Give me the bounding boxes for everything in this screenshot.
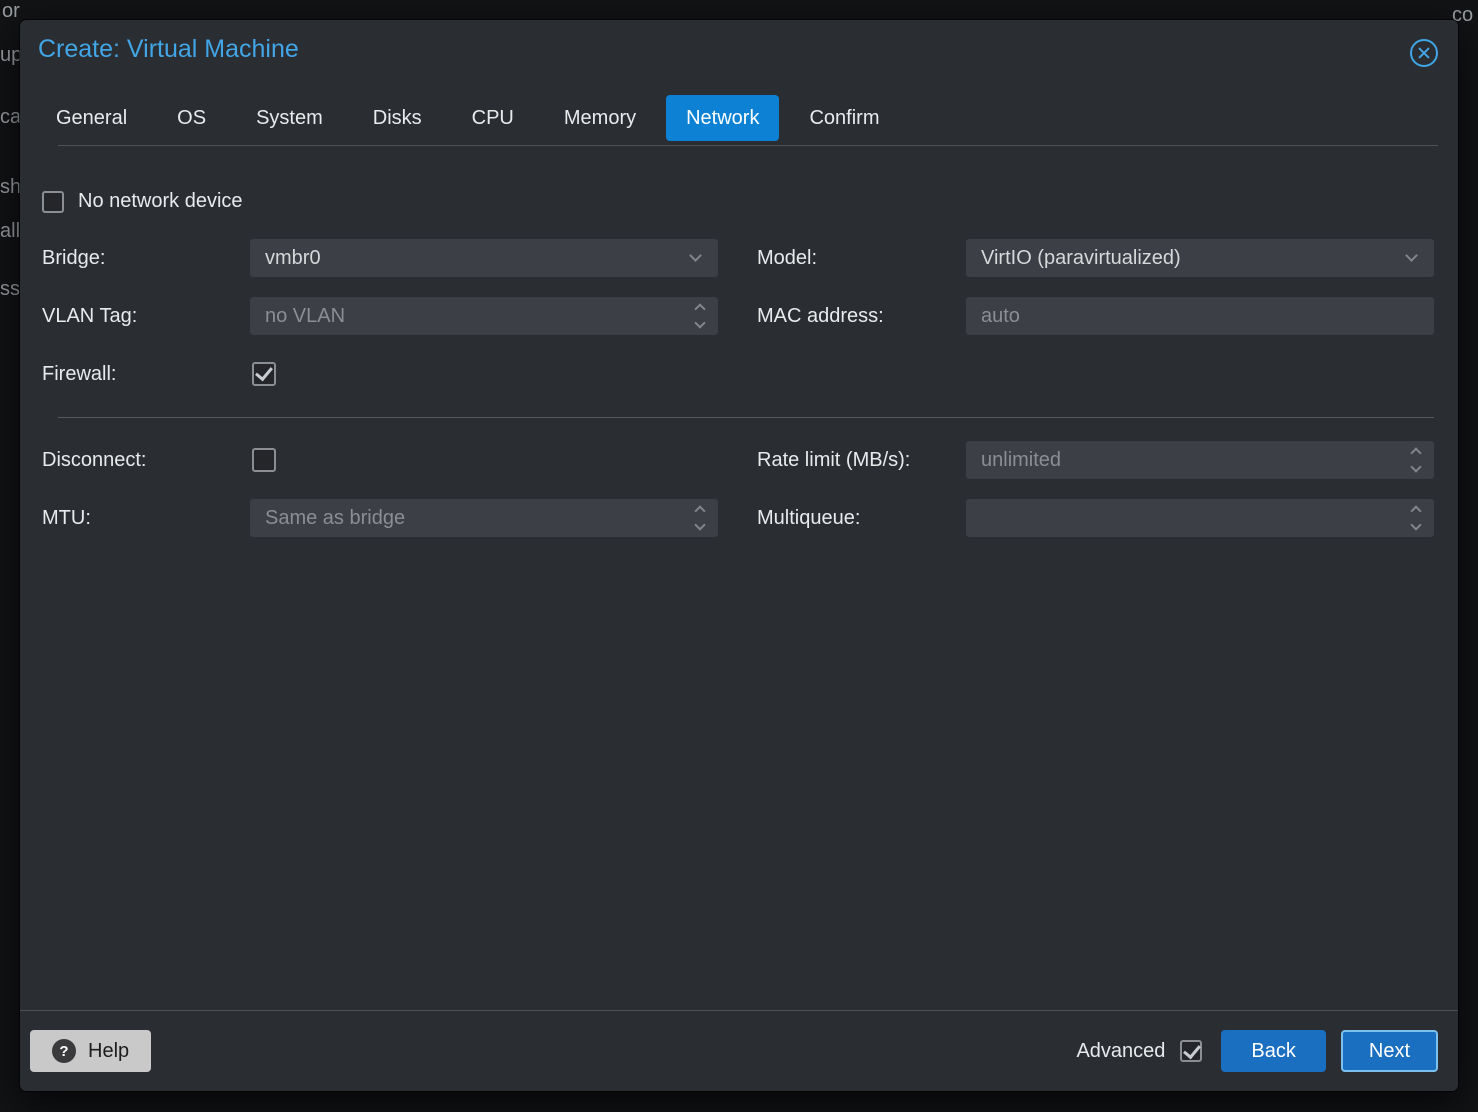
bridge-combobox[interactable]: vmbr0 bbox=[250, 239, 718, 277]
backdrop-fragment: all bbox=[0, 220, 20, 243]
model-value: VirtIO (paravirtualized) bbox=[966, 239, 1434, 277]
advanced-checkbox[interactable] bbox=[1180, 1040, 1202, 1062]
vlan-tag-label: VLAN Tag: bbox=[42, 305, 250, 328]
no-network-device-checkbox[interactable] bbox=[42, 191, 64, 213]
tab-bar: General OS System Disks CPU Memory Netwo… bbox=[20, 95, 1458, 141]
footer-actions: Advanced Back Next bbox=[1076, 1030, 1438, 1072]
help-button-label: Help bbox=[88, 1040, 129, 1063]
tab-system[interactable]: System bbox=[236, 95, 343, 141]
multiqueue-input[interactable] bbox=[966, 499, 1434, 537]
advanced-section-divider bbox=[58, 417, 1434, 418]
bridge-value: vmbr0 bbox=[250, 239, 718, 277]
firewall-checkbox[interactable] bbox=[252, 362, 276, 386]
network-form: No network device Bridge: vmbr0 Model: V… bbox=[20, 190, 1458, 537]
mac-address-input[interactable] bbox=[966, 297, 1434, 335]
mac-address-field[interactable] bbox=[966, 297, 1434, 335]
rate-limit-spinner[interactable] bbox=[966, 441, 1434, 479]
question-circle-icon: ? bbox=[52, 1039, 76, 1063]
disconnect-checkbox[interactable] bbox=[252, 448, 276, 472]
disconnect-label: Disconnect: bbox=[42, 449, 250, 472]
no-network-device-row: No network device bbox=[42, 190, 1434, 213]
backdrop-fragment: or bbox=[2, 0, 20, 23]
dialog-titlebar: Create: Virtual Machine bbox=[20, 20, 1458, 67]
spinner-arrows-icon[interactable] bbox=[1412, 449, 1420, 471]
backdrop-fragment: ss bbox=[0, 278, 20, 301]
form-grid-advanced: Disconnect: Rate limit (MB/s): MTU: bbox=[42, 441, 1434, 537]
dialog-title: Create: Virtual Machine bbox=[38, 35, 299, 64]
multiqueue-spinner[interactable] bbox=[966, 499, 1434, 537]
back-button[interactable]: Back bbox=[1221, 1030, 1325, 1072]
spinner-arrows-icon[interactable] bbox=[696, 305, 704, 327]
model-label: Model: bbox=[757, 247, 966, 270]
backdrop-fragment: sh bbox=[0, 176, 21, 199]
dialog-footer: ? Help Advanced Back Next bbox=[20, 1010, 1458, 1091]
vlan-tag-spinner[interactable] bbox=[250, 297, 718, 335]
rate-limit-label: Rate limit (MB/s): bbox=[757, 449, 966, 472]
backdrop-fragment: ca bbox=[0, 106, 21, 129]
model-combobox[interactable]: VirtIO (paravirtualized) bbox=[966, 239, 1434, 277]
tab-confirm[interactable]: Confirm bbox=[789, 95, 899, 141]
tab-network[interactable]: Network bbox=[666, 95, 779, 141]
backdrop-fragment: up bbox=[0, 44, 22, 67]
bridge-label: Bridge: bbox=[42, 247, 250, 270]
advanced-label: Advanced bbox=[1076, 1040, 1165, 1063]
vlan-tag-input[interactable] bbox=[250, 297, 718, 335]
help-button[interactable]: ? Help bbox=[30, 1030, 151, 1072]
no-network-device-label: No network device bbox=[78, 190, 243, 213]
mtu-spinner[interactable] bbox=[250, 499, 718, 537]
form-grid-main: Bridge: vmbr0 Model: VirtIO (paravirtual… bbox=[42, 239, 1434, 393]
spinner-arrows-icon[interactable] bbox=[696, 507, 704, 529]
tab-memory[interactable]: Memory bbox=[544, 95, 656, 141]
close-icon[interactable] bbox=[1410, 39, 1438, 67]
mtu-input[interactable] bbox=[250, 499, 718, 537]
tab-cpu[interactable]: CPU bbox=[452, 95, 534, 141]
next-button[interactable]: Next bbox=[1341, 1030, 1438, 1072]
mtu-label: MTU: bbox=[42, 507, 250, 530]
disconnect-checkbox-cell bbox=[250, 448, 718, 472]
tab-os[interactable]: OS bbox=[157, 95, 226, 141]
spinner-arrows-icon[interactable] bbox=[1412, 507, 1420, 529]
rate-limit-input[interactable] bbox=[966, 441, 1434, 479]
mac-address-label: MAC address: bbox=[757, 305, 966, 328]
firewall-checkbox-cell bbox=[250, 362, 718, 386]
tab-disks[interactable]: Disks bbox=[353, 95, 442, 141]
tab-divider bbox=[58, 145, 1438, 146]
create-vm-dialog: Create: Virtual Machine General OS Syste… bbox=[20, 20, 1458, 1091]
multiqueue-label: Multiqueue: bbox=[757, 507, 966, 530]
tab-general[interactable]: General bbox=[36, 95, 147, 141]
firewall-label: Firewall: bbox=[42, 363, 250, 386]
